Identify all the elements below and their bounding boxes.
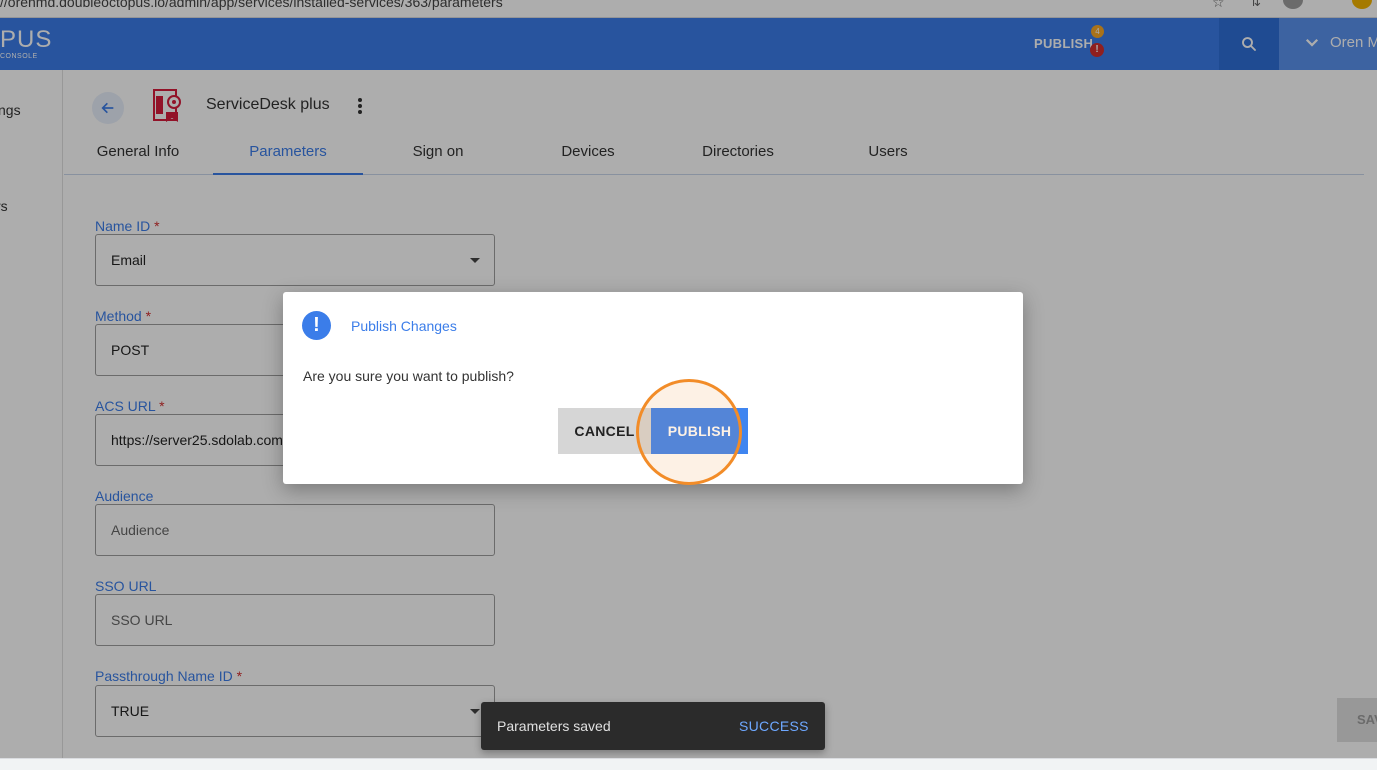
- snackbar-message: Parameters saved: [497, 718, 611, 734]
- cancel-button[interactable]: CANCEL: [558, 408, 651, 454]
- browser-bottom-bar: [0, 758, 1377, 770]
- dialog-title: Publish Changes: [351, 318, 457, 334]
- snackbar: Parameters saved SUCCESS: [481, 702, 825, 750]
- confirm-publish-button[interactable]: PUBLISH: [651, 408, 748, 454]
- info-exclamation-icon: !: [302, 311, 331, 340]
- dialog-message: Are you sure you want to publish?: [303, 368, 514, 384]
- publish-dialog: ! Publish Changes Are you sure you want …: [283, 292, 1023, 485]
- app-root: //orenmd.doubleoctopus.io/admin/app/serv…: [0, 0, 1377, 770]
- snackbar-action[interactable]: SUCCESS: [739, 718, 809, 734]
